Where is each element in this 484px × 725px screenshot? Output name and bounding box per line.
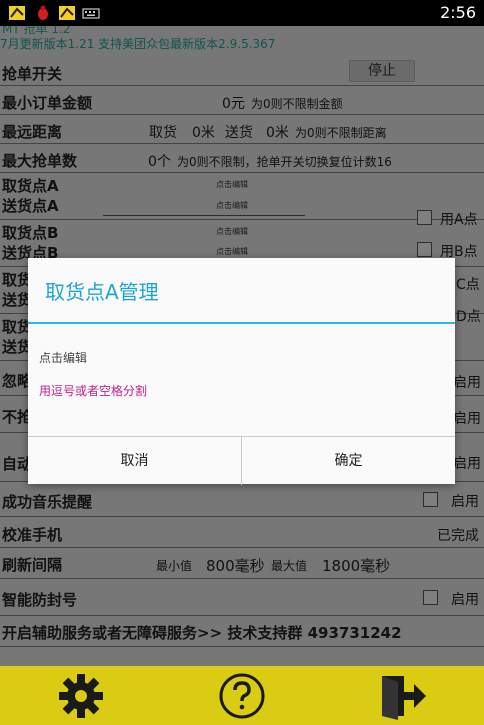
clock: 2:56 xyxy=(440,3,476,22)
dialog-button-bar: 取消 确定 xyxy=(28,436,455,485)
dialog-input[interactable]: 用逗号或者空格分割 xyxy=(39,382,147,399)
cancel-button[interactable]: 取消 xyxy=(28,437,241,485)
notification-app-icon-2 xyxy=(59,6,75,20)
gear-icon[interactable] xyxy=(57,672,105,720)
notification-app-icon xyxy=(9,6,25,20)
bottom-toolbar xyxy=(0,666,484,725)
status-bar: 2:56 xyxy=(0,0,484,26)
notification-bug-icon xyxy=(38,5,48,20)
dialog-hint: 点击编辑 xyxy=(39,351,88,365)
pickup-a-dialog: 取货点A管理 点击编辑 用逗号或者空格分割 取消 确定 xyxy=(28,258,455,485)
dialog-title-divider xyxy=(28,322,455,324)
exit-icon[interactable] xyxy=(378,672,426,720)
keyboard-icon xyxy=(82,8,100,19)
help-icon[interactable] xyxy=(218,672,266,720)
dialog-title: 取货点A管理 xyxy=(45,280,159,304)
ok-button[interactable]: 确定 xyxy=(242,437,455,485)
